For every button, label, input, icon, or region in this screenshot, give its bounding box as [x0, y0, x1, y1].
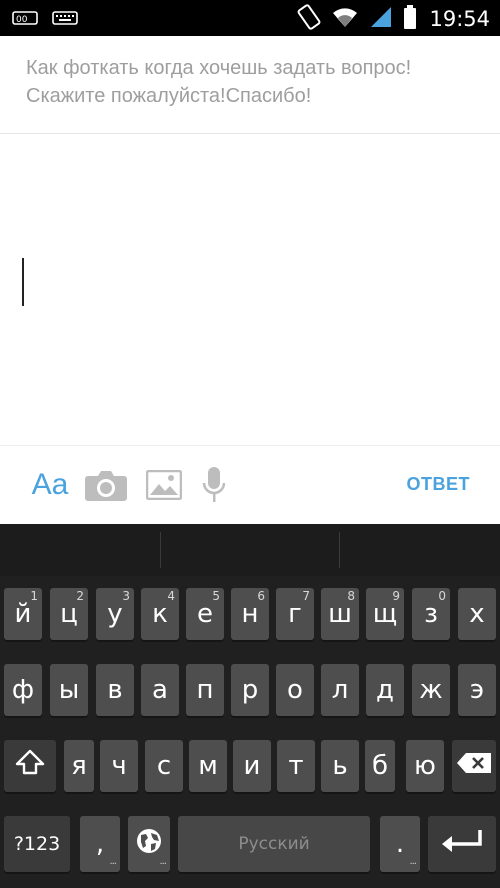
image-icon[interactable] [146, 464, 182, 506]
suggestion-divider [160, 532, 161, 568]
backspace-icon [456, 751, 492, 781]
compose-toolbar: Aa ОТВЕТ [0, 446, 500, 524]
key-ш[interactable]: ш8 [321, 588, 359, 640]
key-й[interactable]: й1 [4, 588, 42, 640]
symbols-key[interactable]: ?123 [4, 816, 70, 872]
key-я[interactable]: я [64, 740, 94, 792]
screen-rotation-icon [297, 4, 321, 34]
key-н[interactable]: н6 [231, 588, 269, 640]
language-key[interactable]: ··· [128, 816, 170, 872]
comma-key[interactable]: , ··· [80, 816, 120, 872]
key-а[interactable]: а [141, 664, 179, 716]
shift-key[interactable] [4, 740, 56, 792]
key-ы[interactable]: ы [50, 664, 88, 716]
key-и[interactable]: и [233, 740, 271, 792]
wifi-icon [331, 5, 359, 33]
key-д[interactable]: д [366, 664, 404, 716]
battery-icon [403, 4, 417, 34]
key-т[interactable]: т [277, 740, 315, 792]
keyboard-icon [52, 8, 78, 32]
key-п[interactable]: п [186, 664, 224, 716]
enter-key[interactable] [428, 816, 496, 872]
backspace-key[interactable] [452, 740, 496, 792]
clock: 19:54 [429, 7, 490, 31]
period-key[interactable]: . ··· [380, 816, 420, 872]
space-key[interactable]: Русский [178, 816, 370, 872]
key-ж[interactable]: ж [412, 664, 450, 716]
text-format-button[interactable]: Aa [26, 464, 74, 506]
answer-input[interactable] [0, 134, 500, 444]
status-bar: 00 19:54 [0, 0, 500, 36]
microphone-icon[interactable] [201, 464, 227, 506]
key-р[interactable]: р [231, 664, 269, 716]
soft-keyboard: й1 ц2 у3 к4 е5 н6 г7 ш8 щ9 з0 х ф ы в а … [0, 524, 500, 888]
key-ю[interactable]: ю [406, 740, 444, 792]
key-х[interactable]: х [458, 588, 496, 640]
key-б[interactable]: б [365, 740, 395, 792]
key-з[interactable]: з0 [412, 588, 450, 640]
key-е[interactable]: е5 [186, 588, 224, 640]
key-э[interactable]: э [458, 664, 496, 716]
question-text: Как фоткать когда хочешь задать вопрос!С… [26, 57, 412, 107]
key-в[interactable]: в [96, 664, 134, 716]
answer-compose-screen: Как фоткать когда хочешь задать вопрос!С… [0, 36, 500, 524]
key-к[interactable]: к4 [141, 588, 179, 640]
key-о[interactable]: о [276, 664, 314, 716]
shift-icon [15, 748, 45, 785]
key-у[interactable]: у3 [96, 588, 134, 640]
key-ь[interactable]: ь [321, 740, 359, 792]
enter-icon [440, 828, 484, 861]
key-с[interactable]: с [145, 740, 183, 792]
key-г[interactable]: г7 [276, 588, 314, 640]
key-л[interactable]: л [321, 664, 359, 716]
svg-text:00: 00 [16, 15, 28, 25]
key-ц[interactable]: ц2 [50, 588, 88, 640]
key-м[interactable]: м [189, 740, 227, 792]
answer-button[interactable]: ОТВЕТ [407, 474, 471, 495]
notification-icon: 00 [12, 8, 38, 32]
camera-icon[interactable] [84, 464, 128, 506]
key-ф[interactable]: ф [4, 664, 42, 716]
key-ч[interactable]: ч [100, 740, 138, 792]
key-щ[interactable]: щ9 [366, 588, 404, 640]
globe-icon [135, 827, 163, 862]
suggestion-divider [339, 532, 340, 568]
text-cursor [22, 258, 24, 306]
signal-icon [369, 5, 393, 33]
suggestion-strip [0, 524, 500, 576]
